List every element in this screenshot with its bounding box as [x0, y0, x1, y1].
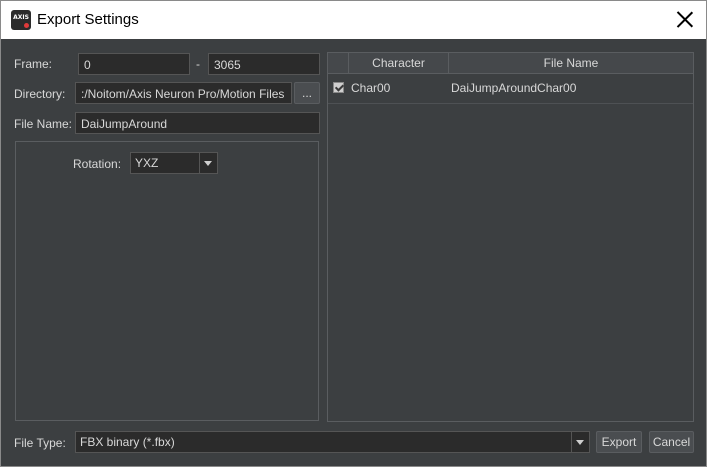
frame-label: Frame: [14, 57, 53, 71]
rotation-selected-value: YXZ [135, 156, 159, 170]
frame-start-input[interactable]: 0 [78, 53, 190, 75]
column-header-character[interactable]: Character [348, 53, 448, 73]
directory-input[interactable]: :/Noitom/Axis Neuron Pro/Motion Files [75, 82, 292, 104]
chevron-down-icon[interactable] [199, 153, 217, 173]
chevron-down-icon[interactable] [571, 432, 589, 452]
cell-file-name: DaiJumpAroundChar00 [451, 81, 577, 95]
close-icon[interactable] [672, 7, 698, 33]
frame-separator: - [196, 57, 200, 71]
window-title: Export Settings [37, 11, 139, 28]
header-checkbox-column [328, 53, 348, 73]
table-row[interactable]: Char00 DaiJumpAroundChar00 [328, 74, 693, 104]
export-button[interactable]: Export [596, 431, 642, 453]
file-name-input[interactable]: DaiJumpAround [75, 112, 320, 134]
options-groupbox: Rotation: YXZ [15, 141, 319, 421]
row-checkbox[interactable] [333, 82, 344, 93]
table-header: Character File Name [328, 53, 693, 74]
file-type-selected-value: FBX binary (*.fbx) [80, 435, 175, 449]
title-bar: AXIS Export Settings [1, 1, 706, 39]
app-icon-dot [24, 23, 29, 28]
rotation-label: Rotation: [73, 157, 122, 171]
axis-app-icon: AXIS [11, 10, 31, 30]
file-type-select[interactable]: FBX binary (*.fbx) [75, 431, 590, 453]
character-table: Character File Name Char00 DaiJumpAround… [327, 52, 694, 422]
directory-label: Directory: [14, 87, 66, 101]
file-name-label: File Name: [14, 117, 73, 131]
file-type-label: File Type: [14, 436, 66, 450]
rotation-select[interactable]: YXZ [130, 152, 218, 174]
browse-directory-button[interactable]: ... [294, 82, 320, 104]
cancel-button[interactable]: Cancel [649, 431, 694, 453]
column-header-file-name[interactable]: File Name [448, 53, 693, 73]
frame-end-input[interactable]: 3065 [208, 53, 320, 75]
cell-character: Char00 [351, 81, 391, 95]
export-settings-dialog: AXIS Export Settings Frame: 0 - 3065 Dir… [0, 0, 707, 467]
app-icon-text: AXIS [13, 14, 29, 21]
